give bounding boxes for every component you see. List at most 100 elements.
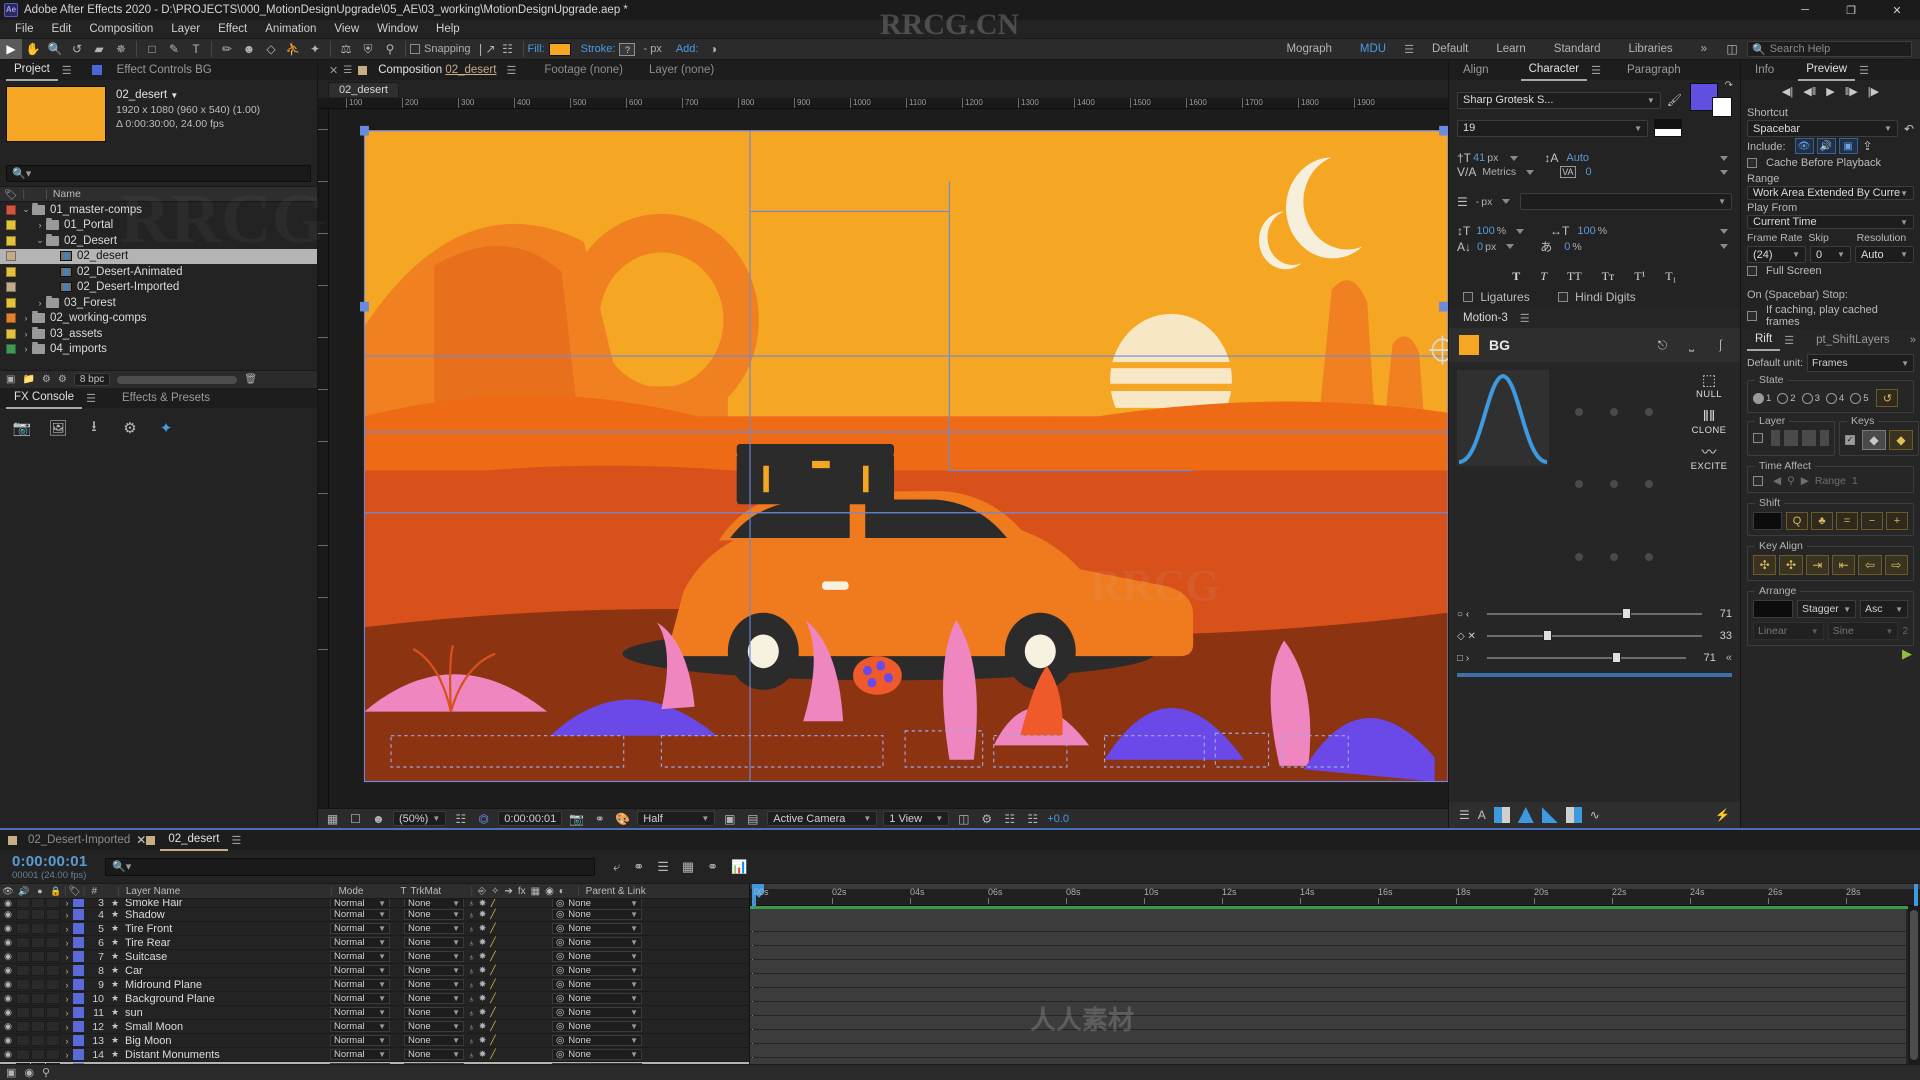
zero-anchor-icon[interactable]: ⎰ <box>1711 336 1730 354</box>
menu-animation[interactable]: Animation <box>256 20 325 38</box>
maximize-button[interactable]: ❐ <box>1828 0 1874 20</box>
anchor-point-tool[interactable]: ✵ <box>110 39 132 59</box>
fill-swatch[interactable] <box>548 42 571 56</box>
layer-audio-cell[interactable] <box>16 965 30 976</box>
twirl-icon[interactable]: › <box>20 344 32 354</box>
motion-action-null[interactable]: ⬚ NULL <box>1696 372 1722 400</box>
full-screen-checkbox[interactable] <box>1747 266 1757 276</box>
fill-label[interactable]: Fill: <box>528 43 545 55</box>
menu-edit[interactable]: Edit <box>43 20 81 38</box>
layer-collapse-icon[interactable]: ✸ <box>479 993 487 1004</box>
layer-lock-cell[interactable] <box>46 1049 60 1060</box>
layer-parent-select[interactable]: ◎ None ▼ <box>552 923 642 934</box>
key-align-top-button[interactable]: ✣ <box>1753 555 1777 575</box>
layer-duration-bar[interactable] <box>750 1002 1906 1015</box>
layer-visibility-icon[interactable]: ◉ <box>0 951 16 962</box>
menu-layer[interactable]: Layer <box>162 20 209 38</box>
type-style-button-4[interactable]: T¹ <box>1629 269 1650 284</box>
shift-minus-button[interactable]: − <box>1861 512 1883 530</box>
item-color-swatch[interactable] <box>6 220 16 231</box>
lightning-icon[interactable]: ⚡ <box>1715 808 1730 822</box>
layer-lock-cell[interactable] <box>46 923 60 934</box>
layer-parent-select[interactable]: ◎ None ▼ <box>552 1007 642 1018</box>
lock-icon[interactable]: 🔒 <box>48 886 64 897</box>
transport-first-frame-button[interactable]: ◀| <box>1782 85 1793 98</box>
layer-trkmat-select[interactable]: None ▼ <box>404 993 464 1004</box>
layer-quality-icon[interactable]: ╱ <box>490 923 495 934</box>
tab-character[interactable]: Character <box>1520 59 1588 81</box>
anchor-dot[interactable] <box>1574 480 1583 489</box>
clone-stamp-tool[interactable]: ☻ <box>238 39 260 59</box>
rotation-tool[interactable]: ↺ <box>66 39 88 59</box>
motion-slider-1[interactable]: ○ ‹ 71 <box>1457 603 1732 625</box>
key-diamond-gold-button[interactable]: ◆ <box>1889 430 1913 450</box>
layer-shy-icon[interactable]: ♁ <box>468 910 475 920</box>
layer-audio-cell[interactable] <box>16 1049 30 1060</box>
preview-panel-menu-icon[interactable]: ☰ <box>1855 64 1873 77</box>
workspace-default[interactable]: Default <box>1418 38 1482 60</box>
layer-twirl-icon[interactable]: › <box>61 952 73 962</box>
motion-blur-icon[interactable]: ◉ <box>545 886 554 897</box>
layer-shy-icon[interactable]: ♁ <box>468 899 475 907</box>
project-item[interactable]: ⌄ 02_Desert <box>0 233 317 249</box>
anchor-dot[interactable] <box>1644 480 1653 489</box>
layer-twirl-icon[interactable]: › <box>61 1008 73 1018</box>
layer-row[interactable]: ◉ › 10 ★ Background Plane Normal ▼ None ▼ ♁ ✸ ╱ ◎ Non… <box>0 992 749 1006</box>
layer-trkmat-select[interactable]: None ▼ <box>404 979 464 990</box>
tab-02-desert-imported[interactable]: 02_Desert-Imported <box>22 830 136 850</box>
pickwhip-icon[interactable]: ◎ <box>556 899 564 907</box>
anchor-grid[interactable] <box>1549 370 1678 599</box>
composition-menu-icon[interactable]: ☰ <box>502 64 520 77</box>
brush-tool[interactable]: ✏ <box>216 39 238 59</box>
project-settings-icon[interactable]: ⚙ <box>42 374 51 385</box>
layer-lock-cell[interactable] <box>46 951 60 962</box>
layer-solo-cell[interactable] <box>31 1007 45 1018</box>
layer-name[interactable]: Shadow <box>122 909 330 921</box>
layer-mode-select[interactable]: Normal ▼ <box>330 979 390 990</box>
layer-collapse-icon[interactable]: ✸ <box>479 923 487 934</box>
pickwhip-icon[interactable]: ◎ <box>556 923 564 934</box>
layer-parent-select[interactable]: ◎ None ▼ <box>552 937 642 948</box>
tab-fx-console[interactable]: FX Console <box>6 387 83 409</box>
layer-duration-bar[interactable] <box>750 1030 1906 1043</box>
layer-collapse-icon[interactable]: ✸ <box>479 951 487 962</box>
layer-label-swatch[interactable] <box>73 965 84 976</box>
layer-twirl-icon[interactable]: › <box>61 1036 73 1046</box>
layer-lock-cell[interactable] <box>46 1035 60 1046</box>
pickwhip-icon[interactable]: ◎ <box>556 965 564 976</box>
layer-quality-icon[interactable]: ╱ <box>490 1035 495 1046</box>
motion-text-icon[interactable]: A <box>1478 808 1486 822</box>
layer-parent-select[interactable]: ◎ None ▼ <box>552 965 642 976</box>
layer-enable-checkbox[interactable] <box>1753 433 1763 443</box>
effects-icon[interactable]: fx <box>518 886 526 897</box>
layer-row[interactable]: ◉ › 7 ★ Suitcase Normal ▼ None ▼ ♁ ✸ ╱ ◎ None ▼ <box>0 950 749 964</box>
transport-last-frame-button[interactable]: |▶ <box>1868 85 1879 98</box>
layer-visibility-icon[interactable]: ◉ <box>0 1035 16 1046</box>
layer-audio-cell[interactable] <box>16 1021 30 1032</box>
stroke-color-swatch[interactable] <box>1712 97 1732 117</box>
tab-align[interactable]: Align <box>1455 60 1497 80</box>
composition-lock-icon[interactable]: ☰ <box>343 65 358 76</box>
layer-label-swatch[interactable] <box>73 1007 84 1018</box>
layer-name[interactable]: sun <box>122 1007 330 1019</box>
layer-row[interactable]: ◉ › 3 ★ Smoke Hair Normal ▼ None ▼ ♁ ✸ ╱ ◎ None ▼ <box>0 899 749 908</box>
tab-footage[interactable]: Footage (none) <box>538 60 629 80</box>
workspace-overflow[interactable]: » <box>1687 38 1721 60</box>
layer-label-swatch[interactable] <box>73 937 84 948</box>
delete-icon[interactable]: 🗑 <box>244 374 257 385</box>
layer-quality-icon[interactable]: ╱ <box>490 937 495 948</box>
export-icon[interactable]: ⇪ <box>1863 139 1873 153</box>
layer-name[interactable]: Small Moon <box>122 1021 330 1033</box>
layer-twirl-icon[interactable]: › <box>61 910 73 920</box>
project-item[interactable]: › 03_Forest <box>0 295 317 311</box>
item-color-swatch[interactable] <box>6 297 16 308</box>
eraser-tool[interactable]: ◇ <box>260 39 282 59</box>
shape-tool[interactable]: □ <box>141 39 163 59</box>
layer-btn-1[interactable] <box>1771 430 1780 446</box>
timeline-menu-icon[interactable]: ☰ <box>228 834 246 847</box>
frame-blend-icon[interactable]: ▦ <box>531 886 540 897</box>
layer-name[interactable]: Big Moon <box>122 1035 330 1047</box>
zoom-level-select[interactable]: (50%) ▼ <box>393 811 447 826</box>
layer-audio-cell[interactable] <box>16 937 30 948</box>
anchor-dot[interactable] <box>1609 408 1618 417</box>
